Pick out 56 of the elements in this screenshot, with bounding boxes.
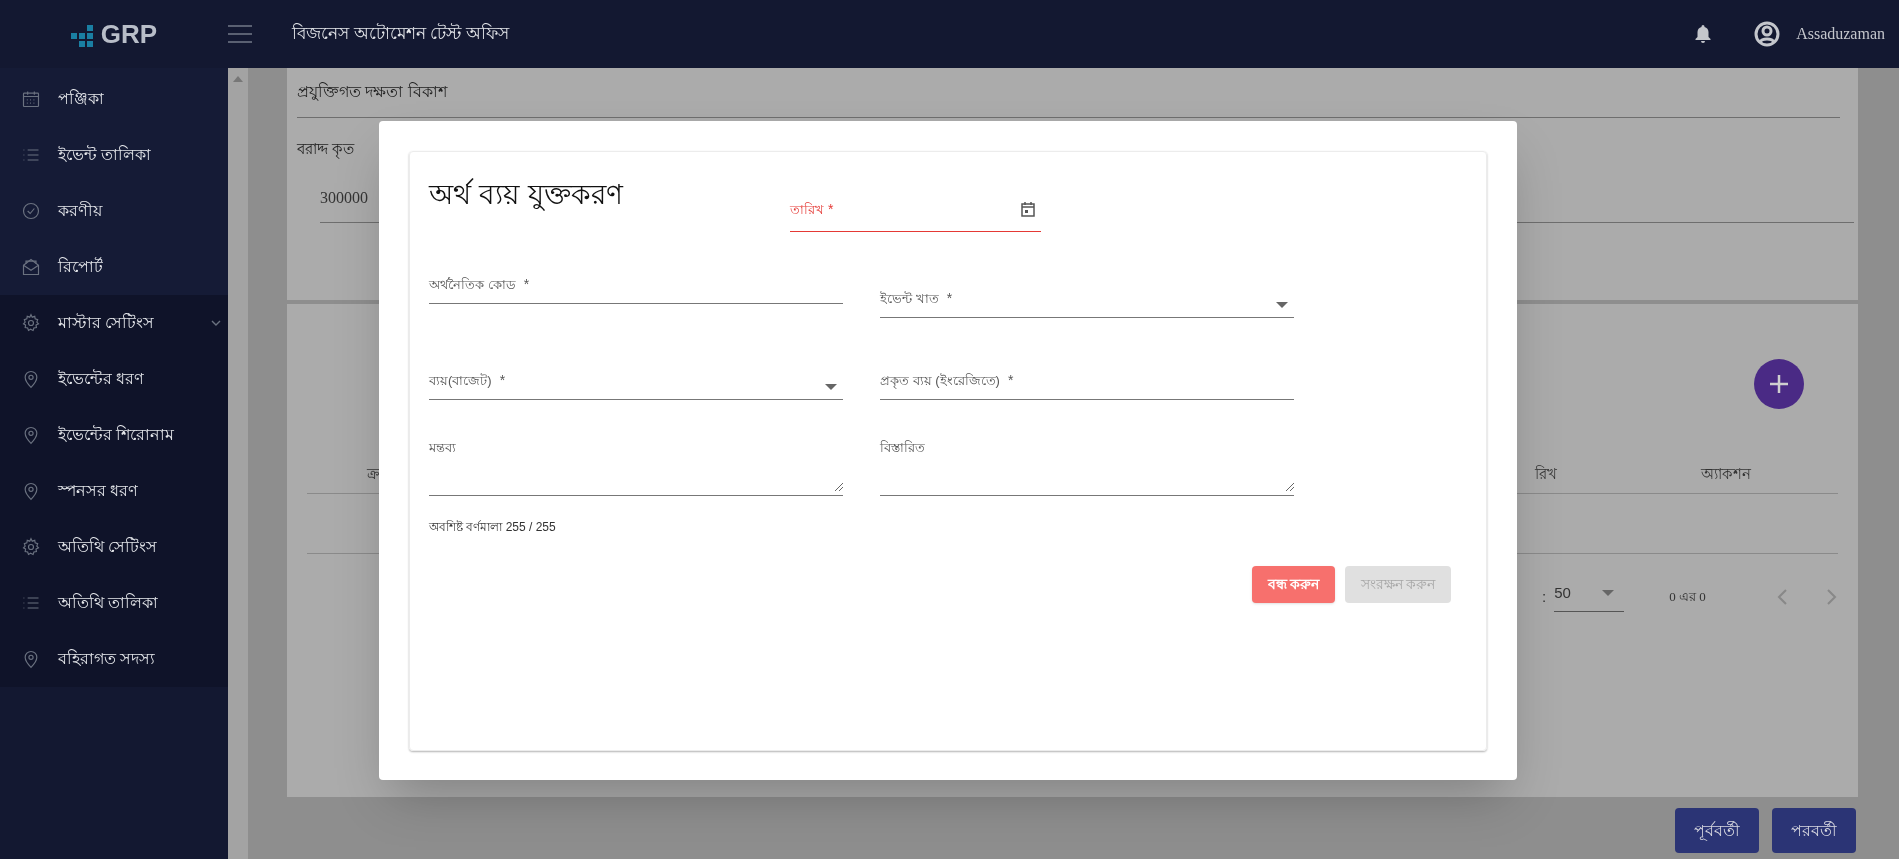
textarea-field[interactable]: মন্তব্য	[429, 438, 843, 496]
settings-icon	[21, 537, 41, 557]
field-label: অর্থনৈতিক কোড *	[429, 275, 530, 294]
pager-button[interactable]: পরবর্তী	[1772, 808, 1856, 853]
resize-handle-icon	[1285, 482, 1294, 491]
envelope-icon	[21, 257, 41, 277]
rows-per-page-select[interactable]: 50	[1554, 582, 1625, 612]
column-header: রিখ	[1535, 464, 1557, 485]
sidebar-item[interactable]: রিপোর্ট	[0, 239, 228, 295]
dropdown-caret-icon	[825, 384, 837, 391]
sidebar-item[interactable]: পঞ্জিকা	[0, 71, 228, 127]
dialog-title: অর্থ ব্যয় যুক্তকরণ	[429, 177, 625, 213]
add-button[interactable]	[1754, 359, 1804, 409]
calendar-icon	[21, 89, 41, 109]
sidebar-item[interactable]: ইভেন্টের ধরণ	[0, 351, 228, 407]
select-field[interactable]: ব্যয়(বাজেট) *	[429, 356, 843, 400]
check-circle-icon	[21, 201, 41, 221]
rows-per-page-label: :	[1542, 586, 1547, 607]
logo-text: GRP	[100, 21, 158, 47]
sidebar-item[interactable]: অতিথি সেটিংস	[0, 519, 228, 575]
remaining-characters: অবশিষ্ট বর্ণমালা 255 / 255	[429, 519, 557, 536]
sidebar-item[interactable]: ইভেন্ট তালিকা	[0, 127, 228, 183]
text-field[interactable]: অর্থনৈতিক কোড *	[429, 260, 843, 304]
sidebar-item[interactable]: ইভেন্টের শিরোনাম	[0, 407, 228, 463]
sidebar-item[interactable]: বহিরাগত সদস্য	[0, 631, 228, 687]
office-title: বিজনেস অটোমেশন টেস্ট অফিস	[292, 22, 510, 46]
settings-icon	[21, 313, 41, 333]
textarea-field[interactable]: বিস্তারিত	[880, 438, 1294, 496]
field-label: মন্তব্য	[429, 439, 457, 457]
column-header: ক্র	[366, 464, 377, 485]
field-label: ব্যয়(বাজেট) *	[429, 371, 506, 390]
sidebar-item[interactable]: করণীয়	[0, 183, 228, 239]
dropdown-caret-icon	[1602, 589, 1615, 597]
user-name[interactable]: Assaduzaman	[1796, 22, 1885, 46]
field-label: ইভেন্ট খাত *	[880, 289, 953, 308]
field-label: বিস্তারিত	[880, 439, 926, 457]
field-label: প্রকৃত ব্যয় (ইংরেজিতে) *	[880, 371, 1014, 391]
sidebar-item[interactable]: স্পনসর ধরণ	[0, 463, 228, 519]
resize-handle-icon	[834, 482, 843, 491]
allocated-label: বরাদ্দ কৃত	[297, 139, 356, 161]
select-field[interactable]: ইভেন্ট খাত *	[880, 274, 1294, 318]
page-range: 0 এর 0	[1669, 588, 1706, 606]
plus-icon	[1769, 374, 1789, 394]
date-field[interactable]: তারিখ *	[790, 188, 1041, 232]
topic-field: প্রযুক্তিগত দক্ষতা বিকাশ	[297, 80, 1840, 118]
calendar-icon[interactable]	[1021, 202, 1035, 217]
sidebar-item[interactable]: মাস্টার সেটিংস	[0, 295, 228, 351]
menu-icon[interactable]	[228, 24, 252, 44]
column-header: অ্যাকশন	[1701, 464, 1751, 485]
dropdown-caret-icon	[1276, 302, 1288, 309]
user-avatar-icon[interactable]	[1754, 21, 1781, 47]
bell-icon[interactable]	[1694, 24, 1713, 44]
text-field[interactable]: প্রকৃত ব্যয় (ইংরেজিতে) *	[880, 356, 1294, 400]
pager-button[interactable]: পূর্ববর্তী	[1675, 808, 1759, 853]
field-label: তারিখ *	[790, 200, 834, 219]
sidebar-item[interactable]: অতিথি তালিকা	[0, 575, 228, 631]
